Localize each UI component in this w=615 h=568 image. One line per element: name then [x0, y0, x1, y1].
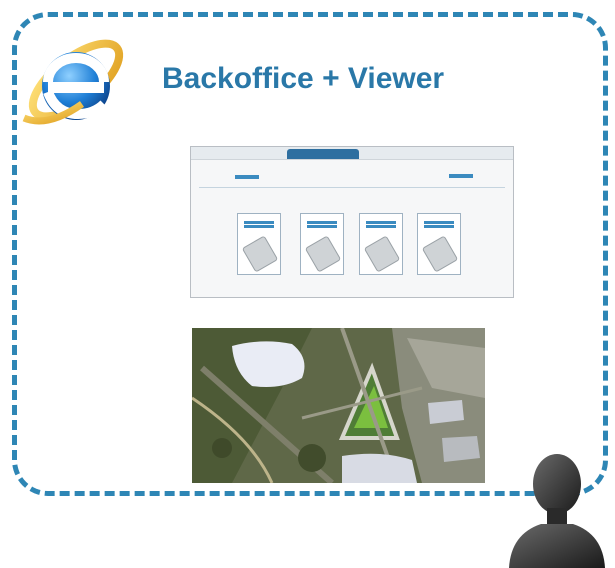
- user-silhouette-icon: [509, 454, 605, 568]
- app-user-mark: [449, 173, 473, 181]
- aerial-map-image: [192, 328, 485, 483]
- backoffice-screenshot: [190, 146, 514, 298]
- app-brand-mark: [235, 173, 259, 182]
- browser-tab: [287, 149, 359, 159]
- device-card-4: [417, 213, 461, 275]
- device-icon: [304, 235, 342, 273]
- internet-explorer-icon: [22, 39, 124, 125]
- device-card-2: [300, 213, 344, 275]
- device-icon: [363, 235, 401, 273]
- device-icon: [421, 235, 459, 273]
- device-card-1: [237, 213, 281, 275]
- divider: [199, 187, 505, 188]
- page-title: Backoffice + Viewer: [162, 62, 445, 95]
- device-icon: [241, 235, 279, 273]
- device-card-3: [359, 213, 403, 275]
